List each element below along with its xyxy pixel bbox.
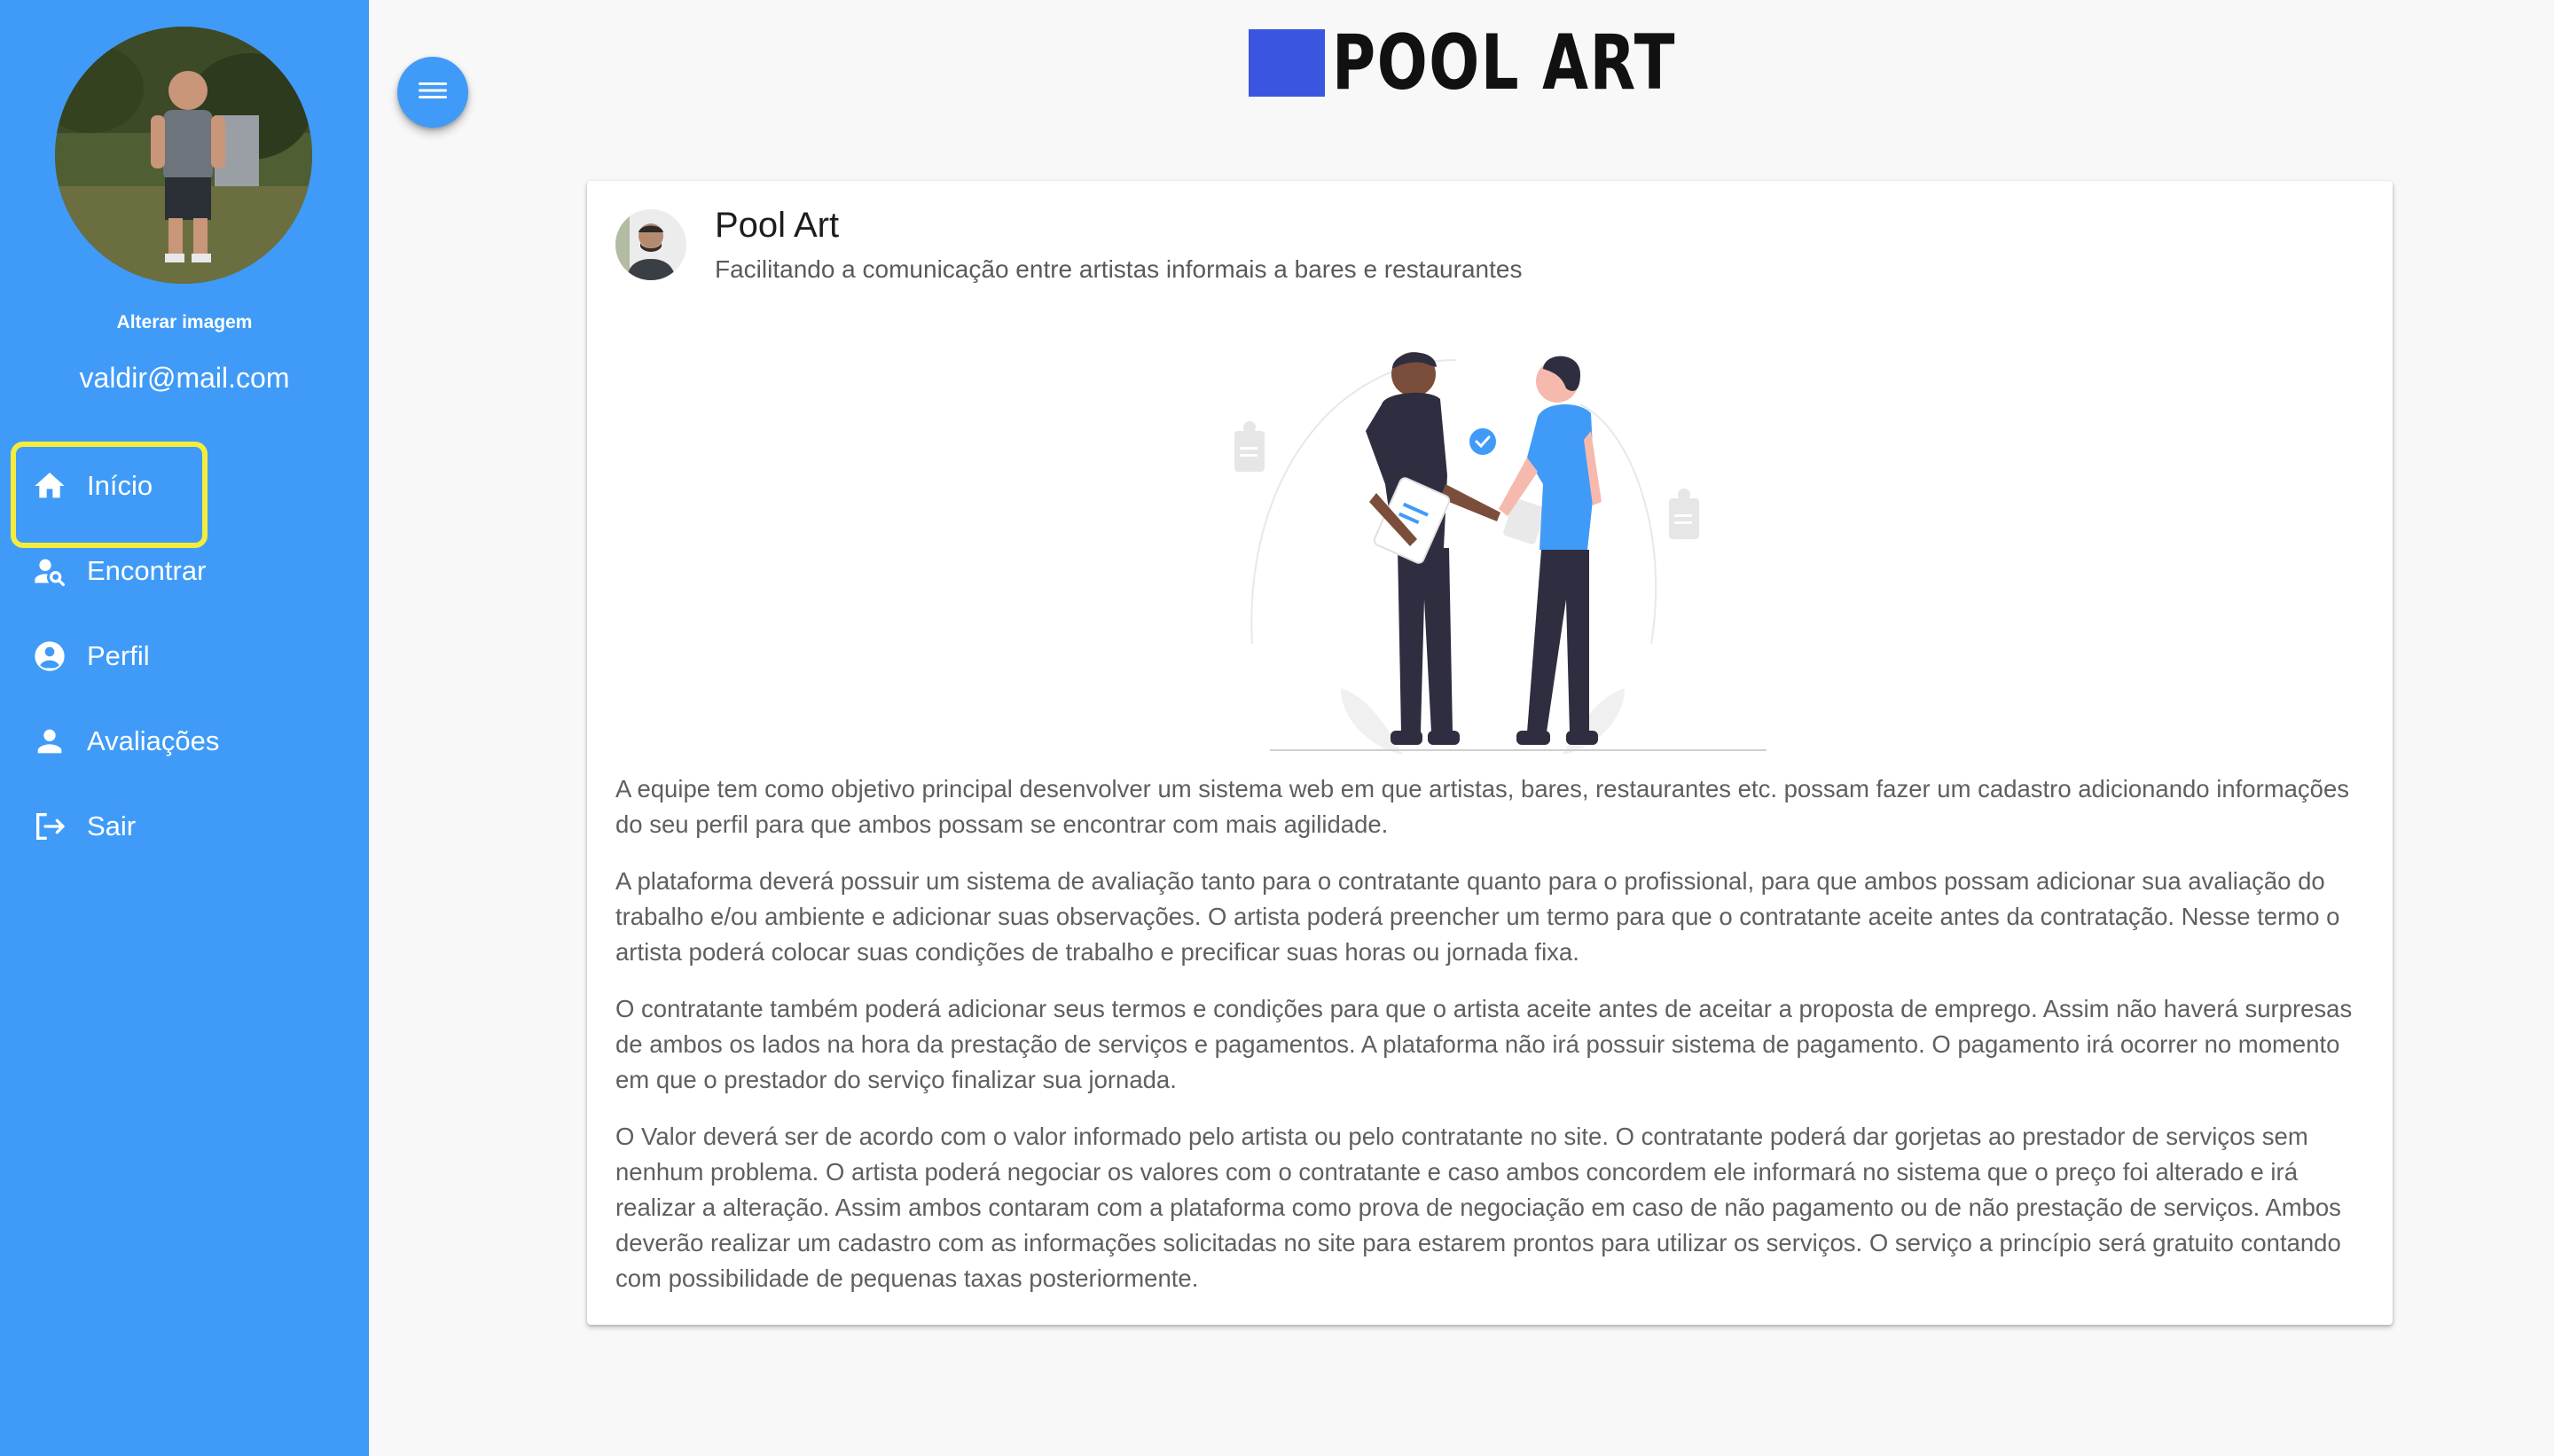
sidebar-item-sair[interactable]: Sair bbox=[0, 784, 369, 869]
handshake-illustration bbox=[1208, 307, 1793, 777]
change-image-link[interactable]: Alterar imagem bbox=[0, 312, 369, 333]
user-email: valdir@mail.com bbox=[79, 362, 290, 394]
hamburger-icon bbox=[417, 78, 449, 107]
logo-text: POOL ART bbox=[1332, 19, 1677, 107]
paragraph: A equipe tem como objetivo principal des… bbox=[615, 775, 2350, 838]
sidebar-nav: Início Encontrar Perfil Avaliações Sair bbox=[0, 442, 369, 869]
profile-photo bbox=[55, 27, 312, 284]
person-icon bbox=[30, 722, 69, 761]
about-card: Pool Art Facilitando a comunicação entre… bbox=[587, 181, 2393, 1325]
card-subtitle: Facilitando a comunicação entre artistas… bbox=[715, 255, 1523, 283]
person-search-icon bbox=[30, 552, 69, 591]
sidebar-item-inicio[interactable]: Início bbox=[0, 442, 369, 548]
sidebar: Alterar imagem valdir@mail.com Início En… bbox=[0, 0, 369, 1456]
paragraph: O Valor deverá ser de acordo com o valor… bbox=[615, 1123, 2341, 1292]
sidebar-item-perfil[interactable]: Perfil bbox=[0, 614, 369, 699]
app-logo: POOL ART bbox=[1249, 19, 1774, 107]
sidebar-item-avaliacoes[interactable]: Avaliações bbox=[0, 699, 369, 784]
card-avatar bbox=[615, 209, 686, 280]
home-icon bbox=[30, 466, 69, 505]
profile-avatar[interactable] bbox=[55, 27, 312, 284]
sidebar-item-label: Início bbox=[87, 470, 153, 501]
card-body: A equipe tem como objetivo principal des… bbox=[615, 771, 2364, 1318]
logo-square bbox=[1249, 29, 1325, 97]
menu-button[interactable] bbox=[397, 57, 468, 128]
account-circle-icon bbox=[30, 637, 69, 676]
sidebar-item-label: Encontrar bbox=[87, 555, 207, 586]
paragraph: A plataforma deverá possuir um sistema d… bbox=[615, 867, 2340, 966]
paragraph: O contratante também poderá adicionar se… bbox=[615, 995, 2353, 1093]
sidebar-item-label: Sair bbox=[87, 810, 137, 842]
logout-icon bbox=[30, 807, 69, 846]
sidebar-item-label: Perfil bbox=[87, 640, 150, 671]
sidebar-item-label: Avaliações bbox=[87, 725, 220, 756]
card-title: Pool Art bbox=[715, 206, 840, 245]
sidebar-item-encontrar[interactable]: Encontrar bbox=[0, 528, 369, 614]
